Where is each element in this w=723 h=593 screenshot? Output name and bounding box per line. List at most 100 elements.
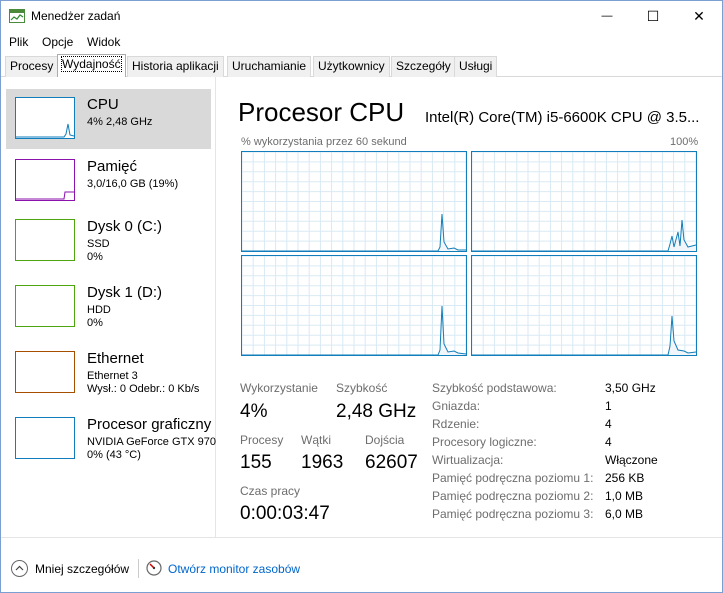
virtualization-value: Włączone: [605, 453, 658, 467]
resource-usage: 0%: [87, 317, 103, 329]
cpu-detail-panel: Procesor CPU Intel(R) Core(TM) i5-6600K …: [217, 77, 722, 537]
resource-name: Ethernet: [87, 350, 144, 367]
menu-widok[interactable]: Widok: [87, 35, 120, 49]
resource-detail: SSD: [87, 238, 110, 250]
menu-plik[interactable]: Plik: [9, 35, 28, 49]
handles-label: Dojścia: [365, 433, 405, 447]
uptime-value: 0:00:03:47: [240, 503, 330, 524]
resource-item-disk-1[interactable]: Dysk 1 (D:) HDD 0%: [6, 277, 211, 337]
core-graph-svg: [242, 152, 466, 251]
tab-startup[interactable]: Uruchamianie: [227, 56, 312, 77]
resource-detail: Ethernet 3: [87, 370, 138, 382]
memory-mini-graph: [16, 191, 74, 200]
resource-usage: 0% (43 °C): [87, 449, 141, 461]
ethernet-thumbnail: [15, 351, 75, 393]
minimize-button[interactable]: —: [584, 1, 630, 31]
utilization-value: 4%: [240, 401, 268, 422]
tab-users[interactable]: Użytkownicy: [313, 56, 390, 77]
resource-usage: Wysł.: 0 Odebr.: 0 Kb/s: [87, 383, 200, 395]
processes-value: 155: [240, 452, 272, 473]
window-title: Menedżer zadań: [31, 9, 121, 23]
utilization-label: Wykorzystanie: [240, 381, 318, 395]
resource-item-gpu[interactable]: Procesor graficzny NVIDIA GeForce GTX 97…: [6, 409, 216, 469]
base-speed-value: 3,50 GHz: [605, 381, 656, 395]
close-icon: ✕: [693, 7, 705, 24]
tab-label: Użytkownicy: [318, 59, 385, 73]
tab-app-history[interactable]: Historia aplikacji: [127, 56, 224, 77]
virtualization-label: Wirtualizacja:: [432, 453, 504, 467]
close-button[interactable]: ✕: [676, 1, 722, 31]
l1-cache-value: 256 KB: [605, 471, 645, 485]
cpu-mini-graph: [16, 123, 75, 138]
resource-list: CPU 4% 2,48 GHz Pamięć 3,0/16,0 GB (19%)…: [1, 77, 216, 537]
tab-label: Usługi: [459, 59, 493, 73]
tab-processes[interactable]: Procesy: [5, 56, 59, 77]
footer-bar: Mniej szczegółów Otwórz monitor zasobów: [1, 537, 722, 592]
resource-item-memory[interactable]: Pamięć 3,0/16,0 GB (19%): [6, 151, 211, 211]
speed-value: 2,48 GHz: [336, 401, 417, 422]
l2-cache-value: 1,0 MB: [605, 489, 644, 503]
page-title: Procesor CPU: [238, 97, 405, 127]
resource-detail: 4% 2,48 GHz: [87, 116, 153, 128]
sockets-value: 1: [605, 399, 612, 413]
tab-strip: Procesy Wydajność Historia aplikacji Uru…: [5, 54, 720, 77]
chevron-up-glyph: [15, 565, 24, 571]
tab-label: Wydajność: [61, 56, 122, 72]
minimize-icon: —: [601, 10, 613, 22]
footer-separator: [138, 559, 139, 578]
task-manager-window: Menedżer zadań — ☐ ✕ Plik Opcje Widok Pr…: [0, 0, 723, 593]
tab-label: Szczegóły: [396, 59, 451, 73]
resource-item-disk-0[interactable]: Dysk 0 (C:) SSD 0%: [6, 211, 211, 271]
task-manager-icon: [9, 9, 25, 23]
maximize-button[interactable]: ☐: [630, 1, 676, 31]
tab-label: Historia aplikacji: [132, 59, 219, 73]
processes-label: Procesy: [240, 433, 284, 447]
graph-caption: % wykorzystania przez 60 sekund: [241, 136, 407, 148]
handles-value: 62607: [365, 452, 418, 473]
l3-cache-label: Pamięć podręczna poziomu 3:: [432, 507, 594, 521]
open-resource-monitor-link[interactable]: Otwórz monitor zasobów: [168, 562, 300, 576]
fewer-details-button[interactable]: Mniej szczegółów: [35, 562, 129, 576]
core-graph-svg: [242, 256, 466, 355]
menu-bar: Plik Opcje Widok: [1, 33, 722, 53]
resource-name: Pamięć: [87, 158, 138, 175]
speed-label: Szybkość: [336, 381, 388, 395]
tab-label: Uruchamianie: [232, 59, 307, 73]
sockets-label: Gniazda:: [432, 399, 481, 413]
cpu-thumbnail: [15, 97, 75, 139]
l2-cache-label: Pamięć podręczna poziomu 2:: [432, 489, 594, 503]
resource-name: Dysk 1 (D:): [87, 284, 162, 301]
disk1-thumbnail: [15, 285, 75, 327]
l1-cache-label: Pamięć podręczna poziomu 1:: [432, 471, 594, 485]
core-0-graph: [241, 151, 467, 252]
chevron-up-icon[interactable]: [11, 560, 28, 577]
title-bar[interactable]: Menedżer zadań — ☐ ✕: [1, 1, 722, 31]
core-2-graph: [241, 255, 467, 356]
resource-detail: 3,0/16,0 GB (19%): [87, 178, 179, 190]
graph-max-label: 100%: [670, 136, 699, 148]
cores-value: 4: [605, 417, 612, 431]
resource-item-ethernet[interactable]: Ethernet Ethernet 3 Wysł.: 0 Odebr.: 0 K…: [6, 343, 211, 403]
resource-item-cpu[interactable]: CPU 4% 2,48 GHz: [6, 89, 211, 149]
logical-processors-value: 4: [605, 435, 612, 449]
tab-details[interactable]: Szczegóły: [391, 56, 456, 77]
core-graph-svg: [472, 152, 696, 251]
resource-monitor-icon[interactable]: [146, 560, 162, 576]
resource-name: Procesor graficzny: [87, 416, 212, 433]
resource-detail: NVIDIA GeForce GTX 970: [87, 436, 216, 448]
cpu-model-name: Intel(R) Core(TM) i5-6600K CPU @ 3.5...: [425, 109, 700, 126]
gpu-thumbnail: [15, 417, 75, 459]
resource-name: Dysk 0 (C:): [87, 218, 162, 235]
menu-opcje[interactable]: Opcje: [42, 35, 73, 49]
resource-detail: HDD: [87, 304, 111, 316]
maximize-icon: ☐: [646, 7, 660, 24]
tab-services[interactable]: Usługi: [454, 56, 498, 77]
memory-thumbnail: [15, 159, 75, 201]
resource-name: CPU: [87, 96, 119, 113]
core-1-graph: [471, 151, 697, 252]
threads-value: 1963: [301, 452, 344, 473]
cores-label: Rdzenie:: [432, 417, 480, 431]
tab-performance[interactable]: Wydajność: [57, 54, 126, 77]
disk0-thumbnail: [15, 219, 75, 261]
base-speed-label: Szybkość podstawowa:: [432, 381, 557, 395]
